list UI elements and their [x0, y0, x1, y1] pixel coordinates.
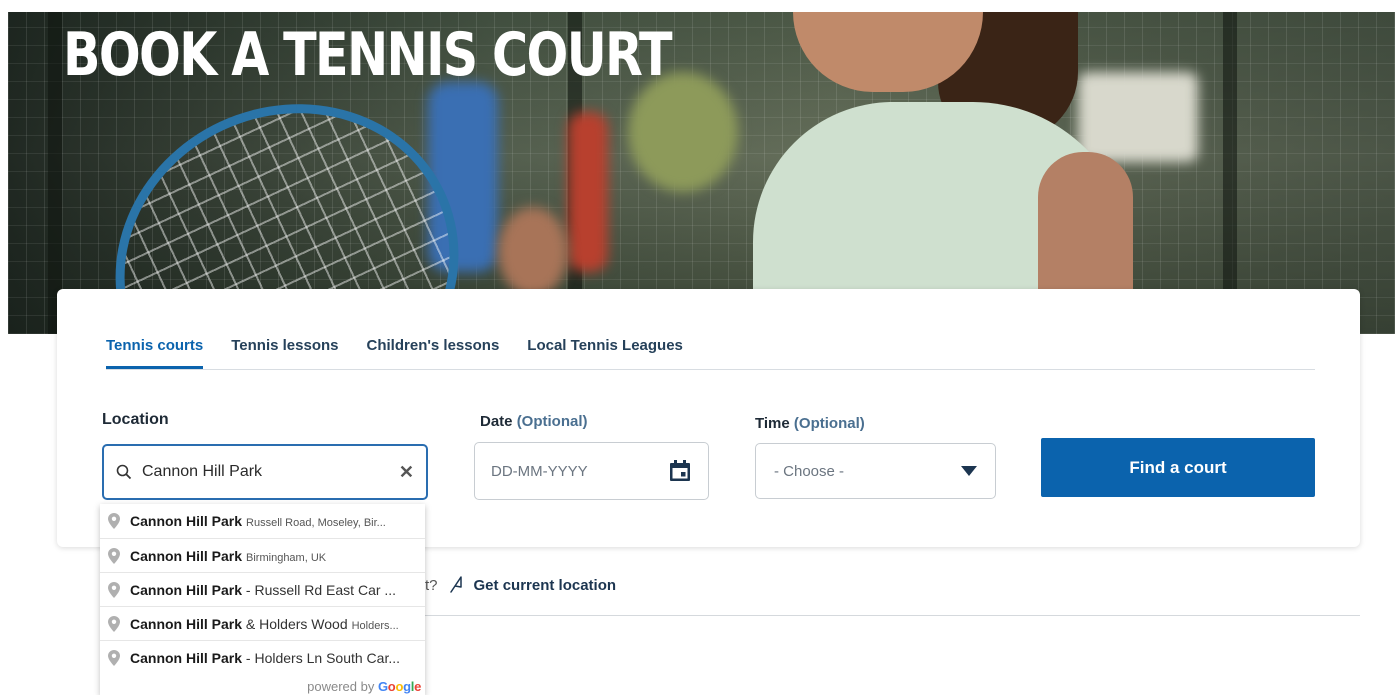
date-optional-text: (Optional) — [516, 413, 588, 430]
time-select[interactable]: - Choose - — [755, 443, 996, 499]
location-input-value: Cannon Hill Park — [142, 463, 263, 480]
tab-childrens-lessons[interactable]: Children's lessons — [367, 335, 500, 365]
search-tabs: Tennis courts Tennis lessons Children's … — [106, 335, 1315, 370]
hero-bg-blur — [1078, 72, 1198, 162]
powered-by-google: powered by Google — [307, 679, 421, 694]
hero-post — [48, 12, 62, 334]
time-select-value: - Choose - — [774, 462, 845, 480]
time-label: Time (Optional) — [755, 415, 865, 432]
date-input[interactable]: DD-MM-YYYY — [474, 442, 709, 500]
hero-banner: BOOK A TENNIS COURT — [8, 12, 1395, 334]
date-label-text: Date — [480, 413, 513, 430]
autocomplete-main-text: Cannon Hill Park — [130, 649, 243, 666]
autocomplete-item[interactable]: Cannon Hill Park - Russell Rd East Car .… — [100, 572, 425, 606]
autocomplete-item[interactable]: Cannon Hill Park & Holders Wood Holders..… — [100, 606, 425, 640]
autocomplete-secondary-text: Holders... — [351, 619, 399, 632]
time-label-text: Time — [755, 415, 790, 432]
map-pin-icon — [108, 649, 120, 666]
autocomplete-rest-text: & Holders Wood — [242, 615, 348, 632]
map-pin-icon — [108, 547, 120, 564]
caret-down-icon — [961, 466, 977, 476]
location-prompt: t? Get current location — [425, 576, 616, 594]
hero-bg-blur — [628, 72, 738, 192]
autocomplete-secondary-text: Russell Road, Moseley, Bir... — [246, 517, 386, 529]
time-optional-text: (Optional) — [793, 415, 865, 432]
location-prompt-text: t? — [425, 576, 438, 594]
autocomplete-main-text: Cannon Hill Park — [130, 581, 243, 598]
page-title: BOOK A TENNIS COURT — [63, 20, 673, 90]
search-icon — [116, 464, 132, 480]
find-court-button[interactable]: Find a court — [1041, 438, 1315, 497]
hero-post — [1223, 12, 1237, 334]
calendar-icon[interactable] — [668, 459, 692, 483]
location-label: Location — [102, 411, 169, 428]
location-autocomplete-dropdown: Cannon Hill Park Russell Road, Moseley, B… — [100, 504, 425, 695]
autocomplete-main-text: Cannon Hill Park — [130, 513, 243, 529]
map-pin-icon — [108, 615, 120, 632]
powered-by-text: powered by — [307, 679, 375, 694]
autocomplete-item[interactable]: Cannon Hill Park - Holders Ln South Car.… — [100, 640, 425, 674]
navigation-arrow-icon[interactable] — [448, 576, 464, 594]
autocomplete-main-text: Cannon Hill Park — [130, 547, 243, 564]
autocomplete-item[interactable]: Cannon Hill Park Russell Road, Moseley, B… — [100, 504, 425, 538]
autocomplete-rest-text: - Holders Ln South Car... — [242, 649, 400, 666]
map-pin-icon — [108, 513, 120, 529]
hero-bg-blur — [568, 112, 608, 272]
map-pin-icon — [108, 581, 120, 598]
autocomplete-secondary-text: Birmingham, UK — [246, 551, 327, 564]
autocomplete-main-text: Cannon Hill Park — [130, 615, 243, 632]
google-logo: Google — [377, 679, 421, 694]
autocomplete-item[interactable]: Cannon Hill Park Birmingham, UK — [100, 538, 425, 572]
date-placeholder: DD-MM-YYYY — [491, 462, 588, 480]
hero-bg-person — [498, 207, 568, 297]
date-label: Date (Optional) — [480, 413, 588, 430]
close-icon[interactable]: ✕ — [399, 462, 414, 483]
get-current-location-link[interactable]: Get current location — [474, 577, 617, 594]
autocomplete-rest-text: - Russell Rd East Car ... — [242, 581, 397, 598]
location-search-input[interactable]: Cannon Hill Park ✕ — [102, 444, 428, 500]
tab-tennis-courts[interactable]: Tennis courts — [106, 335, 204, 369]
tab-tennis-lessons[interactable]: Tennis lessons — [231, 335, 338, 365]
tab-local-tennis-leagues[interactable]: Local Tennis Leagues — [527, 335, 683, 365]
